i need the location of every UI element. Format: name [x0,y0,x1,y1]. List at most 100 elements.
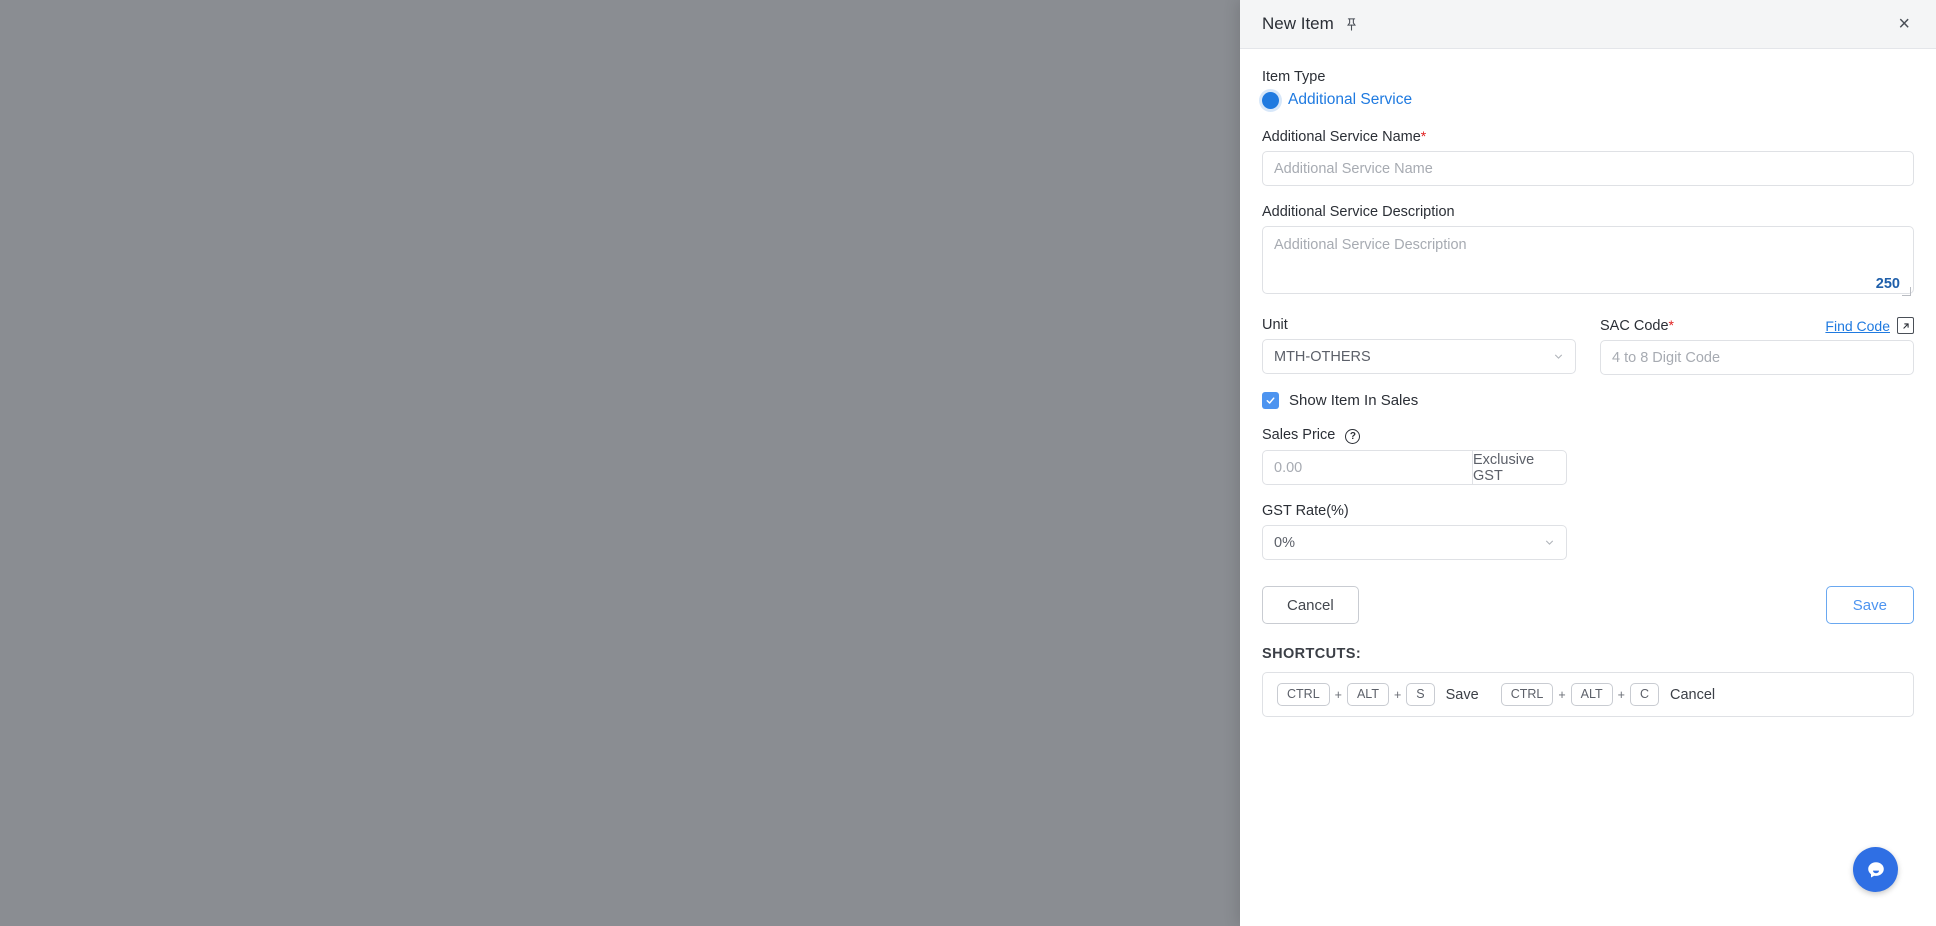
add-row-button[interactable]: Add Row [127,244,236,281]
subtotal-label: SUBTOTAL [406,253,495,271]
panel-header: New Item × [1240,0,1936,49]
unit-select[interactable]: MTH-OTHERS [1262,339,1576,374]
find-code-link[interactable]: Find Code [1825,318,1890,334]
note-edit-icon[interactable] [271,15,311,56]
radio-selected-icon [1262,91,1279,109]
shortcut-key: S [1406,682,1435,707]
shortcut-plus: + [1393,687,1402,702]
gst-rate-select[interactable]: 0% [1262,525,1567,560]
shortcut-plus: + [1558,687,1566,702]
special-notes-placeholder: Write your special notes for this sales … [141,353,435,369]
product-select-placeholder: Please select product [169,183,313,201]
sac-code-input[interactable] [1600,340,1914,375]
service-name-block: Additional Service Name* [1262,128,1914,186]
shortcut-group: CTRL + ALT + C Cancel [1500,682,1716,707]
sales-price-block: Sales Price ? Exclusive GST [1262,427,1914,485]
panel-save-button[interactable]: Save [1825,586,1914,624]
chevron-down-icon [961,356,970,362]
panel-actions: Cancel Save [1262,586,1914,624]
app-logo-icon [12,10,68,66]
sidebar-item-statements[interactable] [17,490,63,532]
shortcut-label: Save & Next [580,873,661,889]
tcs-section-block: TCS Section [787,318,983,453]
gst-mode-toggle[interactable]: Exclusive GST [1472,450,1567,485]
application-root: 2023-24 MUNIM ERP PRIVATE LIMITED 365 da… [0,0,1936,926]
tcs-percent-block: TCS (%) 0.00 [999,318,1199,453]
resize-grip-icon[interactable] [1902,287,1911,296]
service-name-label-text: Additional Service Name [1262,129,1421,145]
shortcut-key: ALT [323,869,366,893]
unit-block: Unit MTH-OTHERS [1262,317,1576,375]
panel-cancel-button[interactable]: Cancel [1262,586,1359,624]
shortcut-key: A [1124,869,1153,893]
plus-icon [144,258,154,267]
gear-icon[interactable] [20,868,60,908]
tcs-section-label: TCS Section [787,318,869,334]
unit-label: Unit [1262,317,1288,333]
close-icon[interactable]: × [1894,10,1914,38]
chevron-down-icon [1545,540,1554,545]
shortcut-label: Save & print [785,873,865,889]
special-notes-textarea[interactable]: Write your special notes for this sales … [127,341,687,453]
shortcut-key: CTRL [1277,682,1330,707]
pin-icon[interactable] [1344,17,1359,32]
service-description-textarea[interactable] [1262,226,1914,294]
panel-title: New Item [1262,14,1334,33]
chevron-down-icon [1554,354,1563,359]
sac-code-block: SAC Code* Find Code [1600,317,1914,375]
panel-shortcuts-items: CTRL + ALT + S Save CTRL + ALT + C Cancel [1277,682,1737,707]
shortcut-key: CTRL [1500,682,1554,707]
add-challan-button[interactable]: Add Challan [247,244,377,281]
sidebar-item-purchases[interactable] [17,235,63,277]
shortcut-key: N [540,869,570,893]
sac-code-label-text: SAC Code [1600,318,1669,334]
sales-price-input[interactable] [1262,450,1472,485]
invoice-cancel-button[interactable]: Cancel [127,773,224,811]
shortcut-group: ALT + A Add New Row [1064,869,1255,893]
shortcut-group: ALT + S Save [323,869,455,893]
required-indicator: * [1668,317,1674,333]
service-description-counter: 250 [1875,276,1900,292]
help-icon[interactable]: ? [1345,429,1361,444]
shortcut-plus: + [733,874,742,888]
item-type-radio[interactable]: Additional Service [1262,91,1914,109]
sidebar-item-home[interactable] [17,82,63,124]
sidebar-item-documents[interactable] [17,133,63,175]
sidebar-item-reports-doc[interactable] [17,337,63,379]
shortcut-plus: + [370,874,378,888]
required-indicator: * [1420,128,1427,144]
shortcut-key: ALT [1064,869,1107,893]
shortcut-label: Cancel [1670,686,1716,703]
external-link-icon[interactable] [1897,317,1914,334]
special-notes-counter: 1000 [639,428,672,444]
chat-launcher-button[interactable] [1853,847,1898,892]
panel-shortcuts-title: SHORTCUTS: [1262,646,1362,662]
shortcut-plus: + [1111,874,1120,888]
service-name-input[interactable] [1262,151,1914,186]
chevron-down-icon [183,33,191,38]
resize-grip-icon[interactable] [674,440,684,450]
sidebar-item-tasks[interactable] [17,286,63,328]
special-notes-label: Special Notes [127,318,217,334]
tcs-percent-input[interactable]: 0.00 [999,341,1199,377]
panel-shortcuts-bar: CTRL + ALT + S Save CTRL + ALT + C Cancel [1262,672,1914,717]
sac-code-label: SAC Code* [1600,317,1674,334]
sidebar-item-ledger[interactable] [17,184,63,226]
shortcut-plus: + [1334,687,1342,702]
shortcut-label: Save [1445,686,1479,703]
show-item-in-sales-checkbox[interactable]: Show Item In Sales [1262,392,1914,409]
add-row-label: Add Row [162,254,221,271]
fiscal-year-select[interactable]: 2023-24 [103,17,203,54]
plus-icon [265,258,274,267]
tcs-group: TCS Section TCS (%) 0.00 [787,318,1199,453]
shortcut-label: Discard [989,873,1039,889]
panel-body: Item Type Additional Service Additional … [1240,49,1936,926]
gst-rate-block: GST Rate(%) 0% [1262,503,1914,560]
shortcut-key: ALT [686,869,729,893]
quick-actions-icon[interactable] [217,15,257,56]
special-notes-block: Special Notes Write your special notes f… [127,318,687,453]
sidebar-item-inventory[interactable] [17,388,63,430]
tcs-section-select[interactable] [787,341,983,377]
sidebar-item-analytics[interactable] [17,439,63,481]
item-type-label: Item Type [1262,69,1326,85]
